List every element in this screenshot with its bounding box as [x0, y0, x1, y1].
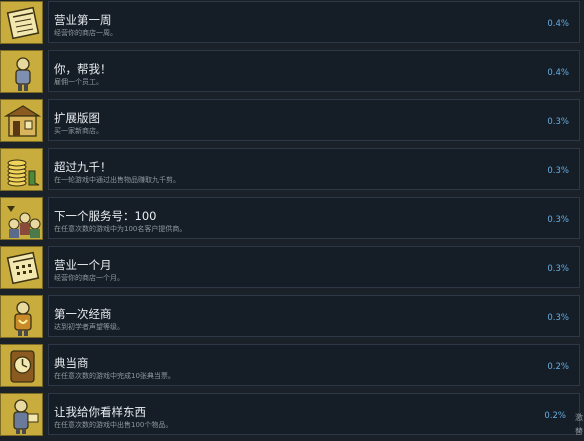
achievement-panel: 扩展版图 买一家新商店。 0.3%	[48, 99, 580, 141]
achievement-panel: 你，帮我！ 雇佣一个员工。 0.4%	[48, 50, 580, 92]
achievement-description: 经营你的商店一个月。	[54, 274, 124, 282]
achievement-row[interactable]: 第一次经商 达到初学者声望等级。 0.3%	[0, 294, 584, 342]
achievement-description: 雇佣一个员工。	[54, 78, 103, 86]
achievement-title: 超过九千！	[54, 160, 112, 174]
achievement-title: 下一个服务号：100	[54, 209, 157, 223]
seller-icon	[0, 393, 43, 436]
achievement-title: 你，帮我！	[54, 62, 112, 76]
achievement-description: 经营你的商店一周。	[54, 29, 117, 37]
achievement-row[interactable]: 典当商 在任意次数的游戏中完成10张典当票。 0.2%	[0, 343, 584, 391]
achievement-description: 在任意次数的游戏中为100名客户提供商。	[54, 225, 187, 233]
achievement-percent: 0.4%	[547, 19, 569, 29]
achievement-percent: 0.2%	[547, 362, 569, 372]
achievement-panel: 营业一个月 经营你的商店一个月。 0.3%	[48, 246, 580, 288]
achievement-description: 买一家新商店。	[54, 127, 103, 135]
coins-icon	[0, 148, 43, 191]
side-overflow-text: 激	[575, 413, 583, 422]
achievement-description: 在任意次数的游戏中出售100个物品。	[54, 421, 173, 429]
achievement-percent: 0.3%	[547, 117, 569, 127]
achievement-description: 达到初学者声望等级。	[54, 323, 124, 331]
achievement-list: 营业第一周 经营你的商店一周。 0.4% 你，帮我！ 雇佣一个员工。 0.4%	[0, 0, 584, 441]
achievement-panel: 营业第一周 经营你的商店一周。 0.4%	[48, 1, 580, 43]
employee-icon	[0, 50, 43, 93]
achievement-percent: 0.2%	[544, 411, 566, 421]
calendar-month-icon	[0, 246, 43, 289]
achievement-percent: 0.3%	[547, 215, 569, 225]
achievement-row[interactable]: 下一个服务号：100 在任意次数的游戏中为100名客户提供商。 0.3%	[0, 196, 584, 244]
achievement-row[interactable]: 营业第一周 经营你的商店一周。 0.4%	[0, 0, 584, 48]
achievement-percent: 0.3%	[547, 166, 569, 176]
merchant-icon	[0, 295, 43, 338]
achievement-title: 让我给你看样东西	[54, 405, 146, 419]
achievement-description: 在任意次数的游戏中完成10张典当票。	[54, 372, 175, 380]
achievement-title: 营业一个月	[54, 258, 112, 272]
achievement-title: 典当商	[54, 356, 89, 370]
achievement-panel: 超过九千！ 在一轮游戏中通过出售物品赚取九千剪。 0.3%	[48, 148, 580, 190]
customers-icon	[0, 197, 43, 240]
achievement-panel: 让我给你看样东西 在任意次数的游戏中出售100个物品。 0.2%	[48, 393, 580, 435]
achievement-description: 在一轮游戏中通过出售物品赚取九千剪。	[54, 176, 180, 184]
achievement-panel: 第一次经商 达到初学者声望等级。 0.3%	[48, 295, 580, 337]
achievement-row[interactable]: 你，帮我！ 雇佣一个员工。 0.4%	[0, 49, 584, 97]
achievement-title: 扩展版图	[54, 111, 100, 125]
clock-icon	[0, 344, 43, 387]
achievement-percent: 0.3%	[547, 264, 569, 274]
achievement-panel: 典当商 在任意次数的游戏中完成10张典当票。 0.2%	[48, 344, 580, 386]
achievement-row[interactable]: 扩展版图 买一家新商店。 0.3%	[0, 98, 584, 146]
achievement-row[interactable]: 让我给你看样东西 在任意次数的游戏中出售100个物品。 0.2%	[0, 392, 584, 440]
side-overflow-text: 替	[575, 427, 583, 436]
achievement-percent: 0.4%	[547, 68, 569, 78]
achievement-percent: 0.3%	[547, 313, 569, 323]
achievement-panel: 下一个服务号：100 在任意次数的游戏中为100名客户提供商。 0.3%	[48, 197, 580, 239]
calendar-icon	[0, 1, 43, 44]
achievement-row[interactable]: 超过九千！ 在一轮游戏中通过出售物品赚取九千剪。 0.3%	[0, 147, 584, 195]
achievement-row[interactable]: 营业一个月 经营你的商店一个月。 0.3%	[0, 245, 584, 293]
achievement-title: 第一次经商	[54, 307, 112, 321]
shop-icon	[0, 99, 43, 142]
achievement-title: 营业第一周	[54, 13, 112, 27]
